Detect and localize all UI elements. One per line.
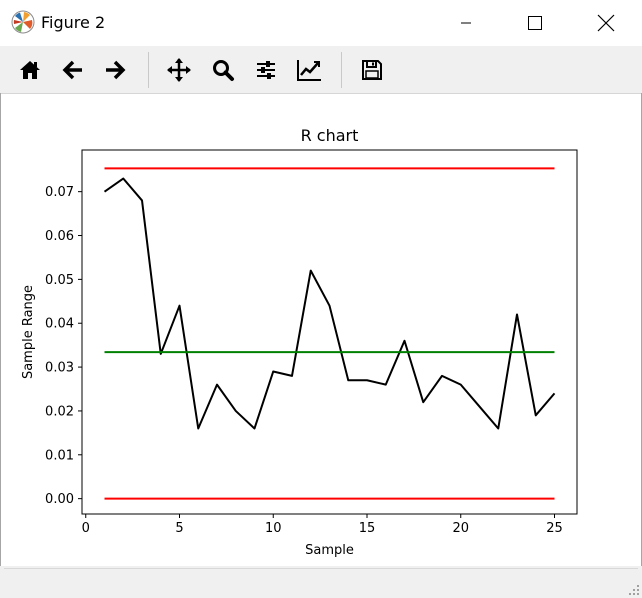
maximize-icon [528,16,542,30]
y-tick-label: 0.03 [45,361,74,376]
configure-subplots-icon [257,61,275,79]
minimize-icon [461,22,471,24]
x-tick-label: 0 [82,521,90,536]
window-title: Figure 2 [41,13,106,32]
y-tick-label: 0.01 [45,448,74,463]
back-icon [62,60,82,80]
maximize-button[interactable] [512,0,558,46]
status-message-area [4,568,638,597]
home-icon [20,61,40,79]
zoom-button[interactable] [207,54,239,86]
configure-subplots-button[interactable] [250,54,282,86]
title-bar: Figure 2 [0,0,642,46]
matplotlib-logo-icon [11,10,35,34]
y-axis: 0.00 0.01 0.02 0.03 0.04 0.05 0.06 0.07 [45,185,82,507]
zoom-icon [213,60,234,81]
x-tick-label: 20 [452,521,469,536]
edit-axis-button[interactable] [293,54,325,86]
toolbar-separator [341,52,342,88]
x-axis: 0 5 10 15 20 25 [82,514,563,536]
forward-button[interactable] [99,54,131,86]
chart-title: R chart [301,126,359,145]
status-bar [0,566,642,598]
edit-axis-icon [297,60,321,81]
y-tick-label: 0.06 [45,229,74,244]
home-button[interactable] [14,54,46,86]
x-axis-label: Sample [305,543,354,558]
minimize-button[interactable] [443,0,489,46]
series-line-0 [103,177,556,430]
back-button[interactable] [57,54,89,86]
forward-icon [106,60,126,80]
r-chart: 0 5 10 15 20 25 0.000.010.020.030.040.050.060… [21,126,578,558]
close-icon [597,14,615,32]
save-button[interactable] [356,54,388,86]
x-tick-label: 10 [265,521,282,536]
x-tick-label: 5 [175,521,183,536]
x-tick-label: 15 [359,521,376,536]
y-tick-label: 0.00 [45,492,74,507]
pan-button[interactable] [163,54,195,86]
y-axis-label: Sample Range [21,285,36,379]
toolbar-separator [148,52,149,88]
x-tick-label: 25 [546,521,563,536]
navigation-toolbar [0,46,642,94]
resize-grip-icon[interactable] [628,584,640,596]
pan-icon [167,58,191,82]
figure-canvas[interactable]: 0 5 10 15 20 25 0.00 0.01 0.02 0.03 0.04 0.05 0.06 0… [1,94,641,566]
y-tick-label: 0.05 [45,273,74,288]
axes-frame [81,149,578,515]
y-tick-label: 0.02 [45,404,74,419]
y-tick-label: 0.04 [45,317,74,332]
close-button[interactable] [583,0,629,46]
y-tick-label: 0.07 [45,185,74,200]
plot-lines [103,167,556,500]
save-icon [362,60,382,80]
